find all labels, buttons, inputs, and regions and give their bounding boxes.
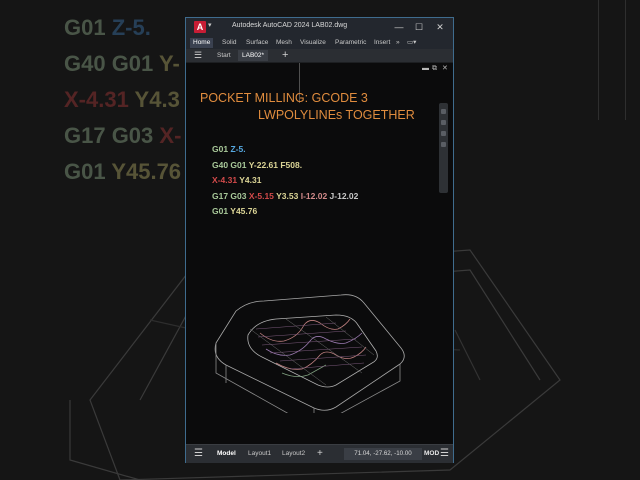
customization-menu-icon[interactable]: ☰ — [440, 448, 449, 460]
ribbon-tab-mesh[interactable]: Mesh — [273, 38, 295, 48]
maximize-button[interactable]: ☐ — [412, 21, 426, 33]
nav-orbit-icon[interactable] — [441, 131, 446, 136]
gcode-line: G01 Y45.76 — [212, 206, 258, 216]
gcode-line: G17 G03 X-5.15 Y3.53 I-12.02 J-12.02 — [212, 190, 359, 201]
nav-pan-icon[interactable] — [441, 109, 446, 114]
status-menu-icon[interactable]: ☰ — [194, 448, 203, 460]
heading-line-2: LWPOLYLINEs TOGETHER — [258, 108, 415, 122]
ribbon-tab-insert[interactable]: Insert — [371, 38, 393, 48]
bg-code-line: G01 Y45.76 — [64, 159, 182, 184]
title-bar: A ▾ Autodesk AutoCAD 2024 LAB02.dwg — ☐ … — [186, 18, 453, 37]
new-tab-button[interactable]: + — [282, 49, 288, 62]
cursor-coordinates[interactable]: 71.04, -27.62, -10.00 — [344, 448, 422, 460]
bg-code-line: X-4.31 Y4.3 — [64, 87, 180, 112]
ribbon-tab-parametric[interactable]: Parametric — [332, 38, 369, 48]
autocad-window: A ▾ Autodesk AutoCAD 2024 LAB02.dwg — ☐ … — [185, 17, 454, 463]
file-menu-icon[interactable]: ☰ — [194, 51, 202, 60]
status-bar: ☰ Model Layout1 Layout2 + 71.04, -27.62,… — [186, 444, 453, 463]
bg-code-line: G17 G03 X- — [64, 123, 182, 148]
close-button[interactable]: ✕ — [433, 21, 447, 33]
ribbon-tab-surface[interactable]: Surface — [243, 38, 271, 48]
background-code: G01 Z-5. G40 G01 Y- X-4.31 Y4.3 G17 G03 … — [64, 10, 181, 190]
nav-zoom-icon[interactable] — [441, 120, 446, 125]
viewport-restore-button[interactable]: ⧉ — [432, 65, 437, 73]
gcode-line: X-4.31 Y4.31 — [212, 175, 262, 185]
ribbon-tabs: Home Solid Surface Mesh Visualize Parame… — [186, 37, 453, 49]
doc-tab-lab02[interactable]: LAB02* — [238, 50, 269, 61]
tab-layout2[interactable]: Layout2 — [279, 448, 308, 460]
minimize-button[interactable]: — — [392, 21, 406, 33]
ribbon-panel-toggle-button[interactable]: ▭▾ — [404, 38, 419, 48]
tab-layout1[interactable]: Layout1 — [245, 448, 274, 460]
doc-tab-start[interactable]: Start — [213, 50, 235, 61]
gcode-block: G01 Z-5. G40 G01 Y-22.61 F508. X-4.31 Y4… — [212, 142, 358, 220]
viewport-minimize-button[interactable]: ▬ — [422, 65, 429, 73]
app-menu-chevron-down-icon[interactable]: ▾ — [208, 21, 212, 29]
heading-line-1: POCKET MILLING: GCODE 3 — [200, 91, 368, 105]
window-title: Autodesk AutoCAD 2024 LAB02.dwg — [232, 22, 348, 29]
navigation-bar[interactable] — [439, 103, 448, 193]
ribbon-tab-solid[interactable]: Solid — [219, 38, 239, 48]
drawing-viewport[interactable]: ▬ ⧉ ✕ POCKET MILLING: GCODE 3 LWPOLYLINE… — [186, 63, 453, 444]
bg-code-line: G40 G01 Y- — [64, 51, 180, 76]
ribbon-tab-visualize[interactable]: Visualize — [297, 38, 329, 48]
model-space-toggle[interactable]: MOD — [424, 448, 439, 460]
ribbon-tab-home[interactable]: Home — [190, 38, 214, 48]
add-layout-button[interactable]: + — [317, 448, 323, 460]
document-tabs: ☰ Start LAB02* + — [186, 49, 453, 63]
background-toolbar-strip — [598, 0, 626, 120]
gcode-line: G40 G01 Y-22.61 F508. — [212, 159, 303, 170]
ribbon-more-tabs-button[interactable]: » — [393, 38, 403, 48]
viewport-close-button[interactable]: ✕ — [442, 65, 448, 73]
pocket-milled-block-3d[interactable] — [186, 233, 453, 413]
nav-showmotion-icon[interactable] — [441, 142, 446, 147]
tab-model[interactable]: Model — [214, 448, 239, 460]
autocad-app-icon[interactable]: A — [194, 21, 206, 33]
gcode-line: G01 Z-5. — [212, 144, 246, 154]
bg-code-line: G01 Z-5. — [64, 15, 151, 40]
